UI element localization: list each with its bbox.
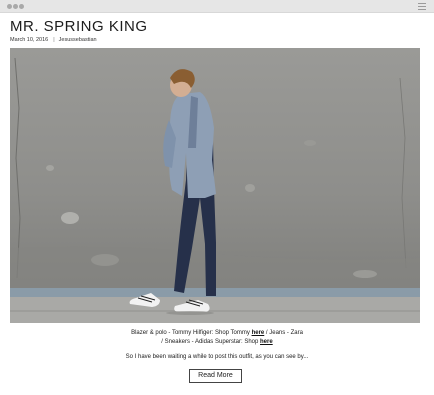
outfit-caption-line-2: / Sneakers - Adidas Superstar: Shop here <box>0 338 434 347</box>
post-meta: March 10, 2016 | Jesussebastian <box>10 37 97 43</box>
window-chrome <box>0 0 434 13</box>
browser-frame: MR. SPRING KING March 10, 2016 | Jesusseba… <box>0 0 434 395</box>
post-image[interactable] <box>10 48 420 323</box>
caption-text: Blazer & polo - Tommy Hilfiger: Shop Tom… <box>131 330 252 336</box>
window-dot-icon[interactable] <box>13 4 18 9</box>
caption-text: / Jeans - Zara <box>264 330 303 336</box>
outfit-photo <box>10 48 420 323</box>
post-title[interactable]: MR. SPRING KING <box>10 18 148 35</box>
post-date: March 10, 2016 <box>10 37 49 43</box>
post-excerpt: So I have been waiting a while to post t… <box>125 354 309 360</box>
shop-tommy-link[interactable]: here <box>252 330 265 336</box>
window-dot-icon[interactable] <box>19 4 24 9</box>
shop-adidas-link[interactable]: here <box>260 339 273 345</box>
post-author[interactable]: Jesussebastian <box>59 37 97 43</box>
read-more-button[interactable]: Read More <box>189 369 242 383</box>
hamburger-menu-icon[interactable] <box>418 3 426 10</box>
meta-separator: | <box>53 37 55 43</box>
outfit-caption-line-1: Blazer & polo - Tommy Hilfiger: Shop Tom… <box>0 329 434 338</box>
window-dot-icon[interactable] <box>7 4 12 9</box>
caption-text: / Sneakers - Adidas Superstar: Shop <box>161 339 261 345</box>
